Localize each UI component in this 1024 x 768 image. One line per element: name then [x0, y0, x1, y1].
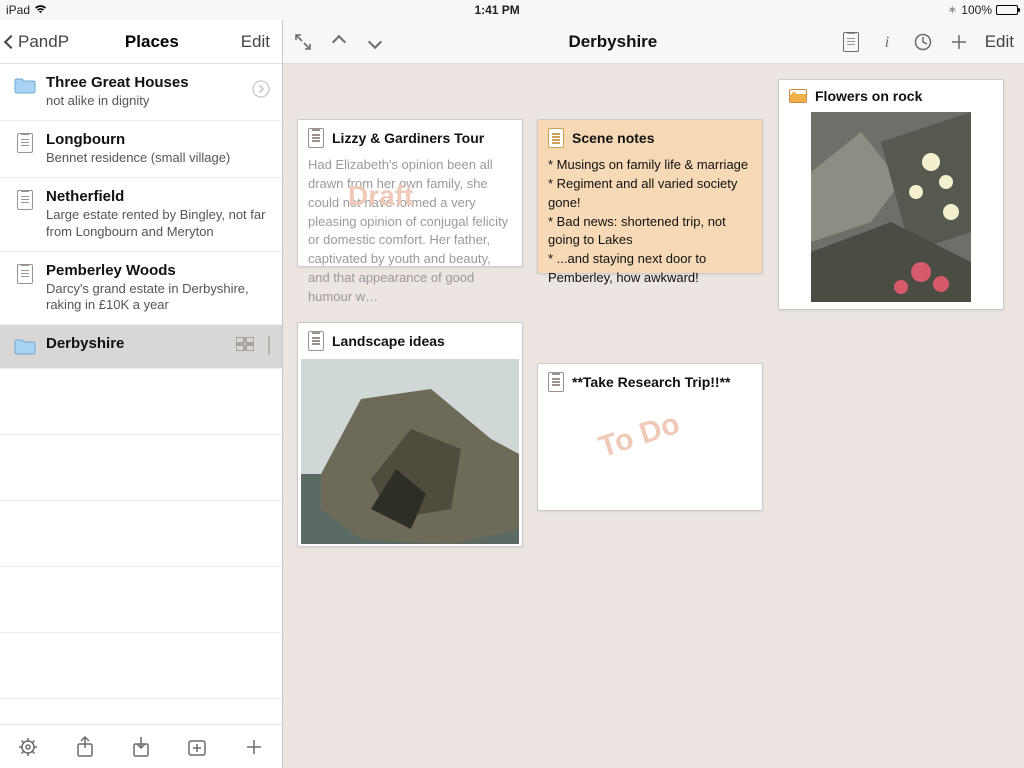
prev-button[interactable] — [329, 32, 349, 52]
item-subtitle: Large estate rented by Bingley, not far … — [46, 207, 270, 241]
editor-mode-button[interactable] — [841, 32, 861, 52]
main-header: Derbyshire i Edit — [283, 20, 1024, 64]
sidebar-toolbar — [0, 724, 282, 768]
sidebar-item-derbyshire[interactable]: Derbyshire — [0, 325, 282, 369]
card-research-trip[interactable]: To Do **Take Research Trip!!** — [537, 363, 763, 511]
item-title: Pemberley Woods — [46, 262, 270, 279]
thumbnail-image — [811, 112, 971, 302]
clock: 1:41 PM — [474, 3, 519, 17]
card-scene-notes[interactable]: Scene notes * Musings on family life & m… — [537, 119, 763, 274]
document-icon — [14, 132, 36, 154]
battery-pct: 100% — [961, 3, 992, 17]
card-body: Had Elizabeth's opinion been all drawn f… — [298, 156, 522, 317]
sidebar-item-pemberley-woods[interactable]: Pemberley Woods Darcy's grand estate in … — [0, 252, 282, 326]
svg-text:i: i — [884, 34, 888, 51]
import-button[interactable] — [129, 735, 153, 759]
card-title: **Take Research Trip!!** — [572, 374, 730, 390]
corkboard-icon — [236, 337, 254, 356]
item-title: Longbourn — [46, 131, 270, 148]
add-button[interactable] — [242, 735, 266, 759]
settings-button[interactable] — [16, 735, 40, 759]
sidebar-item-netherfield[interactable]: Netherfield Large estate rented by Bingl… — [0, 178, 282, 252]
document-icon — [548, 372, 564, 392]
folder-icon — [14, 336, 36, 358]
expand-button[interactable] — [293, 32, 313, 52]
main-title: Derbyshire — [385, 32, 841, 52]
item-subtitle: Darcy's grand estate in Derbyshire, raki… — [46, 281, 270, 315]
wifi-icon — [34, 3, 47, 17]
next-button[interactable] — [365, 32, 385, 52]
chevron-left-icon — [4, 34, 18, 48]
line: * Musings on family life & marriage — [548, 156, 752, 175]
new-folder-button[interactable] — [185, 735, 209, 759]
item-title: Three Great Houses — [46, 74, 242, 91]
status-stamp: To Do — [595, 407, 684, 465]
item-title: Derbyshire — [46, 335, 226, 352]
line: * ...and staying next door to Pemberley,… — [548, 250, 752, 288]
thumbnail-image — [301, 359, 519, 544]
disclosure-icon — [252, 80, 270, 103]
share-button[interactable] — [73, 735, 97, 759]
notes-icon — [548, 128, 564, 148]
card-title: Landscape ideas — [332, 333, 445, 349]
card-flowers-on-rock[interactable]: Flowers on rock — [778, 79, 1004, 310]
document-icon — [14, 189, 36, 211]
sidebar-list: Three Great Houses not alike in dignity … — [0, 64, 282, 724]
main-edit-button[interactable]: Edit — [985, 32, 1014, 52]
add-document-button[interactable] — [949, 32, 969, 52]
document-icon — [14, 263, 36, 285]
item-title: Netherfield — [46, 188, 270, 205]
chevron-right-icon — [268, 338, 270, 356]
device-label: iPad — [6, 3, 30, 17]
sidebar-header: PandP Places Edit — [0, 20, 282, 64]
back-button[interactable]: PandP — [6, 32, 69, 52]
sidebar-edit-button[interactable]: Edit — [235, 32, 276, 52]
folder-icon — [14, 75, 36, 97]
card-lizzy-gardiners[interactable]: Draft Lizzy & Gardiners Tour Had Elizabe… — [297, 119, 523, 267]
card-title: Flowers on rock — [815, 88, 922, 104]
back-label: PandP — [18, 32, 69, 52]
inspector-button[interactable]: i — [877, 32, 897, 52]
corkboard[interactable]: Draft Lizzy & Gardiners Tour Had Elizabe… — [283, 64, 1024, 768]
bluetooth-icon: ✶ — [947, 3, 957, 17]
sidebar: PandP Places Edit Three Great Houses not… — [0, 20, 283, 768]
main-panel: Derbyshire i Edit Draft Lizzy & Gardiner… — [283, 20, 1024, 768]
item-subtitle: not alike in dignity — [46, 93, 242, 110]
history-button[interactable] — [913, 32, 933, 52]
sidebar-title: Places — [69, 32, 235, 52]
image-icon — [789, 89, 807, 103]
sidebar-item-longbourn[interactable]: Longbourn Bennet residence (small villag… — [0, 121, 282, 178]
status-bar: iPad 1:41 PM ✶ 100% — [0, 0, 1024, 20]
battery-icon — [996, 5, 1018, 15]
document-icon — [308, 331, 324, 351]
document-icon — [308, 128, 324, 148]
line: * Bad news: shortened trip, not going to… — [548, 213, 752, 251]
card-body: * Musings on family life & marriage * Re… — [538, 156, 762, 298]
card-title: Scene notes — [572, 130, 654, 146]
card-title: Lizzy & Gardiners Tour — [332, 130, 484, 146]
line: * Regiment and all varied society gone! — [548, 175, 752, 213]
card-landscape-ideas[interactable]: Landscape ideas — [297, 322, 523, 547]
sidebar-item-three-great-houses[interactable]: Three Great Houses not alike in dignity — [0, 64, 282, 121]
item-subtitle: Bennet residence (small village) — [46, 150, 270, 167]
